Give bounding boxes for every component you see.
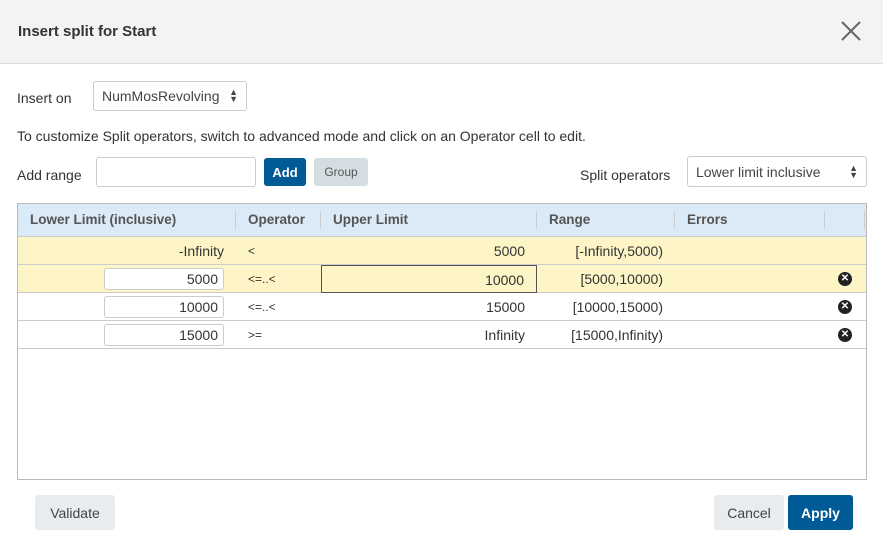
insert-on-label: Insert on <box>17 90 72 106</box>
add-range-label: Add range <box>17 167 82 183</box>
splits-table: Lower Limit (inclusive) Operator Upper L… <box>17 203 867 480</box>
lower-limit-cell: -Infinity <box>178 242 224 259</box>
col-upper-limit[interactable]: Upper Limit <box>321 211 537 229</box>
table-row[interactable]: -Infinity < 5000 [-Infinity,5000) <box>18 237 866 265</box>
sort-arrows-icon: ▲ ▼ <box>229 87 238 104</box>
split-operators-select[interactable]: Lower limit inclusive ▲ ▼ <box>687 156 867 187</box>
range-cell: [15000,Infinity) <box>571 326 663 343</box>
operator-cell[interactable]: <=..< <box>236 300 321 314</box>
add-range-input[interactable] <box>96 157 256 187</box>
add-button[interactable]: Add <box>264 158 306 186</box>
upper-limit-cell[interactable]: Infinity <box>321 321 537 349</box>
lower-limit-input[interactable]: 10000 <box>104 295 224 318</box>
col-range[interactable]: Range <box>537 211 675 229</box>
remove-row-icon[interactable]: ✕ <box>838 299 852 314</box>
close-icon[interactable] <box>838 18 864 44</box>
dialog-title: Insert split for Start <box>18 23 157 40</box>
upper-limit-cell[interactable]: 5000 <box>321 237 537 265</box>
lower-limit-input[interactable]: 15000 <box>104 323 224 346</box>
upper-limit-cell[interactable]: 15000 <box>321 293 537 321</box>
hint-text: To customize Split operators, switch to … <box>17 128 586 144</box>
table-header: Lower Limit (inclusive) Operator Upper L… <box>18 204 866 237</box>
table-row[interactable]: 15000 >= Infinity [15000,Infinity) ✕ <box>18 321 866 349</box>
col-operator[interactable]: Operator <box>236 211 321 229</box>
dialog-header: Insert split for Start <box>0 0 883 64</box>
remove-row-icon[interactable]: ✕ <box>838 327 852 342</box>
range-cell: [10000,15000) <box>572 298 663 315</box>
col-actions <box>825 211 865 229</box>
group-button[interactable]: Group <box>314 158 368 186</box>
remove-row-icon[interactable]: ✕ <box>838 271 852 286</box>
col-errors[interactable]: Errors <box>675 211 825 229</box>
range-cell: [5000,10000) <box>580 270 663 287</box>
range-cell: [-Infinity,5000) <box>575 242 663 259</box>
upper-limit-cell[interactable]: 10000 <box>321 264 537 293</box>
insert-on-value: NumMosRevolving <box>102 88 220 104</box>
table-row[interactable]: 5000 <=..< 10000 [5000,10000) ✕ <box>18 264 866 293</box>
split-operators-label: Split operators <box>580 167 671 183</box>
validate-button[interactable]: Validate <box>35 495 115 530</box>
apply-button[interactable]: Apply <box>788 495 853 530</box>
sort-arrows-icon: ▲ ▼ <box>849 162 858 180</box>
table-row[interactable]: 10000 <=..< 15000 [10000,15000) ✕ <box>18 293 866 321</box>
col-lower-limit[interactable]: Lower Limit (inclusive) <box>18 211 236 229</box>
split-operators-value: Lower limit inclusive <box>696 163 821 180</box>
insert-on-select[interactable]: NumMosRevolving ▲ ▼ <box>93 81 247 111</box>
operator-cell[interactable]: < <box>236 244 321 258</box>
lower-limit-input[interactable]: 5000 <box>104 267 224 290</box>
operator-cell[interactable]: <=..< <box>236 272 321 286</box>
operator-cell[interactable]: >= <box>236 328 321 342</box>
cancel-button[interactable]: Cancel <box>714 495 784 530</box>
